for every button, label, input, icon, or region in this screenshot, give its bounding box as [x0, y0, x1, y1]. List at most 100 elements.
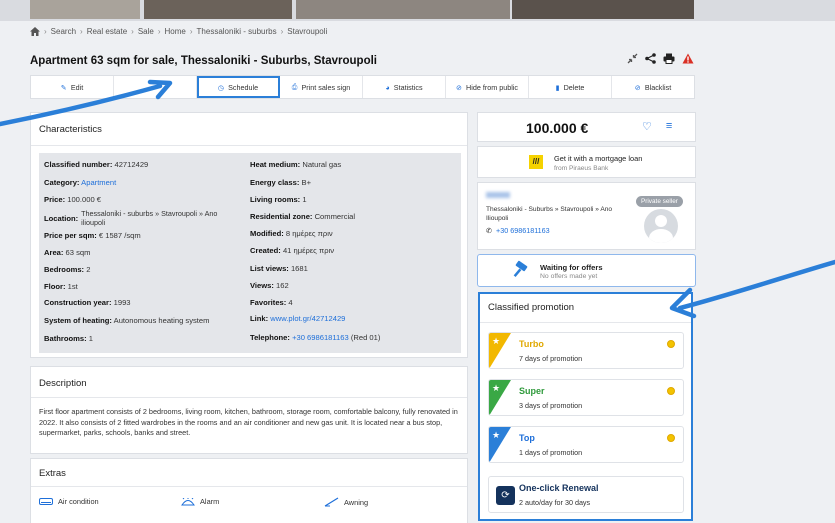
annotation-arrow-right [677, 259, 835, 311]
promotion-title: Classified promotion [488, 302, 575, 313]
list-views-row: List views: 1681 [250, 264, 308, 273]
seller-card: Private seller Thessaloniki - Suburbs » … [477, 182, 696, 250]
chevron-right-icon: › [157, 27, 161, 36]
mortgage-title: Get it with a mortgage loan [554, 154, 643, 163]
description-text: First floor apartment consists of 2 bedr… [39, 407, 458, 437]
awning-icon [324, 497, 339, 507]
favorites-row: Favorites: 4 [250, 298, 293, 307]
action-bar: ✎ Edit ◷ Schedule ⎙ Print sales sign ◕ S… [30, 75, 695, 99]
offers-title: Waiting for offers [540, 263, 603, 272]
classified-promotion-panel: Classified promotion ★ Turbo 7 days of p… [478, 292, 693, 521]
category-row: Category: Apartment [44, 178, 117, 187]
category-link[interactable]: Apartment [81, 178, 116, 187]
mortgage-card[interactable]: /// Get it with a mortgage loan from Pir… [477, 146, 696, 178]
photo-thumbnail[interactable] [296, 0, 510, 19]
telephone-row: Telephone: +30 6986181163 (Red 01) [250, 333, 381, 342]
statistics-button[interactable]: ◕ Statistics [363, 76, 446, 98]
telephone-link[interactable]: +30 6986181163 [292, 333, 349, 342]
seller-name-blurred [486, 192, 510, 198]
air-condition-icon [39, 498, 53, 505]
breadcrumb: › Search › Real estate › Sale › Home › T… [30, 27, 327, 36]
pie-chart-icon: ◕ [385, 82, 390, 92]
description-title: Description [39, 378, 87, 389]
heat-medium-row: Heat medium: Natural gas [250, 160, 342, 169]
link-row: Link: www.plot.gr/42712429 [250, 314, 346, 323]
printer-icon: ⎙ [291, 82, 298, 91]
renew-icon: ⟳ [496, 486, 515, 505]
home-icon[interactable] [30, 27, 40, 36]
title-actions [627, 53, 694, 64]
coin-icon [667, 340, 675, 348]
page-title: Apartment 63 sqm for sale, Thessaloniki … [30, 55, 377, 67]
bathrooms-row: Bathrooms: 1 [44, 334, 93, 343]
characteristics-title: Characteristics [39, 124, 102, 135]
breadcrumb-item[interactable]: Real estate [87, 27, 127, 36]
modified-row: Modified: 8 ημέρες πριν [250, 229, 333, 238]
offers-subtitle: No offers made yet [540, 273, 598, 280]
price-value: 100.000 € [526, 120, 589, 136]
ban-icon: ⊘ [634, 82, 641, 92]
seller-phone[interactable]: ✆ +30 6986181163 [486, 226, 550, 235]
promotion-top[interactable]: ★ Top 1 days of promotion [488, 426, 684, 463]
views-row: Views: 162 [250, 281, 289, 290]
extras-card: Extras Air condition Alarm Awning [30, 458, 468, 523]
breadcrumb-item[interactable]: Thessaloniki - suburbs [197, 27, 277, 36]
extra-item: Alarm [181, 497, 219, 506]
compare-icon[interactable]: ≡ [666, 120, 672, 133]
breadcrumb-item[interactable]: Stavroupoli [287, 27, 327, 36]
promotion-one-click-renewal[interactable]: ⟳ One-click Renewal 2 auto/day for 30 da… [488, 476, 684, 513]
description-card: Description First floor apartment consis… [30, 366, 468, 454]
photo-thumbnail[interactable] [144, 0, 292, 19]
created-row: Created: 41 ημέρες πριν [250, 246, 334, 255]
floor-row: Floor: 1st [44, 282, 78, 291]
spacer-button [114, 76, 197, 98]
breadcrumb-item[interactable]: Search [51, 27, 76, 36]
heating-system-row: System of heating: Autonomous heating sy… [44, 316, 210, 325]
construction-year-row: Construction year: 1993 [44, 298, 131, 307]
price-card: 100.000 € ♡ ≡ [477, 112, 696, 142]
phone-icon: ✆ [486, 226, 493, 235]
promotion-super[interactable]: ★ Super 3 days of promotion [488, 379, 684, 416]
mortgage-subtitle: from Piraeus Bank [554, 165, 609, 172]
print-sales-sign-button[interactable]: ⎙ Print sales sign [280, 76, 363, 98]
extras-title: Extras [39, 468, 66, 479]
heart-icon[interactable]: ♡ [642, 120, 652, 133]
avatar [644, 209, 678, 243]
residential-zone-row: Residential zone: Commercial [250, 212, 356, 221]
share-icon[interactable] [645, 53, 656, 64]
breadcrumb-item[interactable]: Sale [138, 27, 154, 36]
living-rooms-row: Living rooms: 1 [250, 195, 307, 204]
printer-icon[interactable] [663, 53, 675, 64]
price-actions: ♡ ≡ [642, 120, 672, 133]
piraeus-bank-logo: /// [529, 155, 543, 169]
chevron-right-icon: › [44, 27, 47, 36]
characteristics-card: Characteristics Classified number: 42712… [30, 112, 468, 358]
compress-icon[interactable] [627, 53, 638, 64]
classified-link[interactable]: www.plot.gr/42712429 [270, 314, 345, 323]
price-per-sqm-row: Price per sqm: € 1587 /sqm [44, 231, 141, 240]
private-seller-badge: Private seller [636, 196, 683, 207]
photo-thumbnail[interactable] [512, 0, 694, 19]
divider [31, 145, 467, 146]
alarm-icon [181, 497, 195, 505]
edit-button[interactable]: ✎ Edit [31, 76, 114, 98]
extra-item: Air condition [39, 497, 99, 506]
promotion-turbo[interactable]: ★ Turbo 7 days of promotion [488, 332, 684, 369]
photo-thumbnail[interactable] [30, 0, 140, 19]
star-icon: ★ [492, 336, 501, 346]
schedule-button[interactable]: ◷ Schedule [197, 76, 280, 98]
hide-from-public-button[interactable]: ⊘ Hide from public [446, 76, 529, 98]
photo-strip [0, 0, 835, 21]
blacklist-button[interactable]: ⊘ Blacklist [612, 76, 694, 98]
star-icon: ★ [492, 430, 501, 440]
star-icon: ★ [492, 383, 501, 393]
offers-card[interactable]: Waiting for offers No offers made yet [477, 254, 696, 287]
warning-icon[interactable] [682, 53, 694, 64]
chevron-right-icon: › [131, 27, 134, 36]
price-row: Price: 100.000 € [44, 195, 102, 204]
breadcrumb-item[interactable]: Home [165, 27, 186, 36]
delete-button[interactable]: ▮ Delete [529, 76, 612, 98]
chevron-right-icon: › [189, 27, 193, 36]
seller-location: Thessaloniki - Suburbs » Stavroupoli » A… [486, 206, 613, 222]
location-row: Location: Thessaloniki - suburbs » Stavro… [44, 209, 218, 227]
